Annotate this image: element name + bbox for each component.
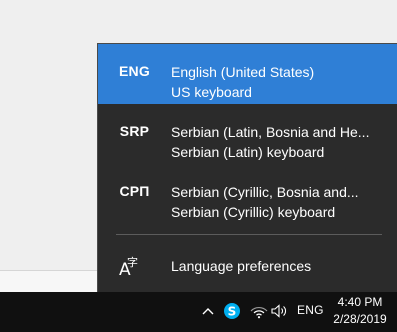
language-preferences-link[interactable]: A 字 Language preferences xyxy=(98,244,397,288)
language-name: Serbian (Cyrillic, Bosnia and... xyxy=(171,184,359,200)
language-details: Serbian (Latin, Bosnia and He... Serbian… xyxy=(171,104,369,162)
svg-text:字: 字 xyxy=(127,255,138,269)
clock-date: 2/28/2019 xyxy=(333,312,387,326)
language-item-srp-cyrillic[interactable]: СРП Serbian (Cyrillic, Bosnia and... Ser… xyxy=(98,164,397,224)
keyboard-name: Serbian (Cyrillic) keyboard xyxy=(171,204,336,220)
language-preferences-icon: A 字 xyxy=(98,244,171,288)
taskbar: S ENG 4:40 PM 2/28/2019 xyxy=(0,292,397,332)
language-name: Serbian (Latin, Bosnia and He... xyxy=(171,124,370,140)
taskbar-clock[interactable]: 4:40 PM 2/28/2019 xyxy=(329,294,391,328)
language-code: СРП xyxy=(119,183,150,199)
keyboard-name: Serbian (Latin) keyboard xyxy=(171,144,325,160)
language-code: ENG xyxy=(119,63,150,79)
clock-time: 4:40 PM xyxy=(337,295,383,309)
skype-icon[interactable]: S xyxy=(223,300,241,322)
language-preferences-label: Language preferences xyxy=(171,258,312,274)
chevron-up-icon[interactable] xyxy=(200,300,216,322)
svg-text:S: S xyxy=(228,304,237,318)
language-details: Serbian (Cyrillic, Bosnia and... Serbian… xyxy=(171,164,359,222)
flyout-divider xyxy=(116,234,382,235)
volume-icon[interactable] xyxy=(270,300,290,322)
language-code: SRP xyxy=(119,123,150,139)
language-item-eng[interactable]: ENG English (United States) US keyboard xyxy=(98,44,397,104)
input-indicator[interactable]: ENG xyxy=(297,303,324,317)
language-flyout: ENG English (United States) US keyboard … xyxy=(97,43,397,292)
wifi-icon[interactable] xyxy=(250,300,268,322)
language-item-srp-latin[interactable]: SRP Serbian (Latin, Bosnia and He... Ser… xyxy=(98,104,397,164)
language-name: English (United States) xyxy=(171,64,315,80)
keyboard-name: US keyboard xyxy=(171,84,252,100)
language-details: English (United States) US keyboard xyxy=(171,44,314,102)
